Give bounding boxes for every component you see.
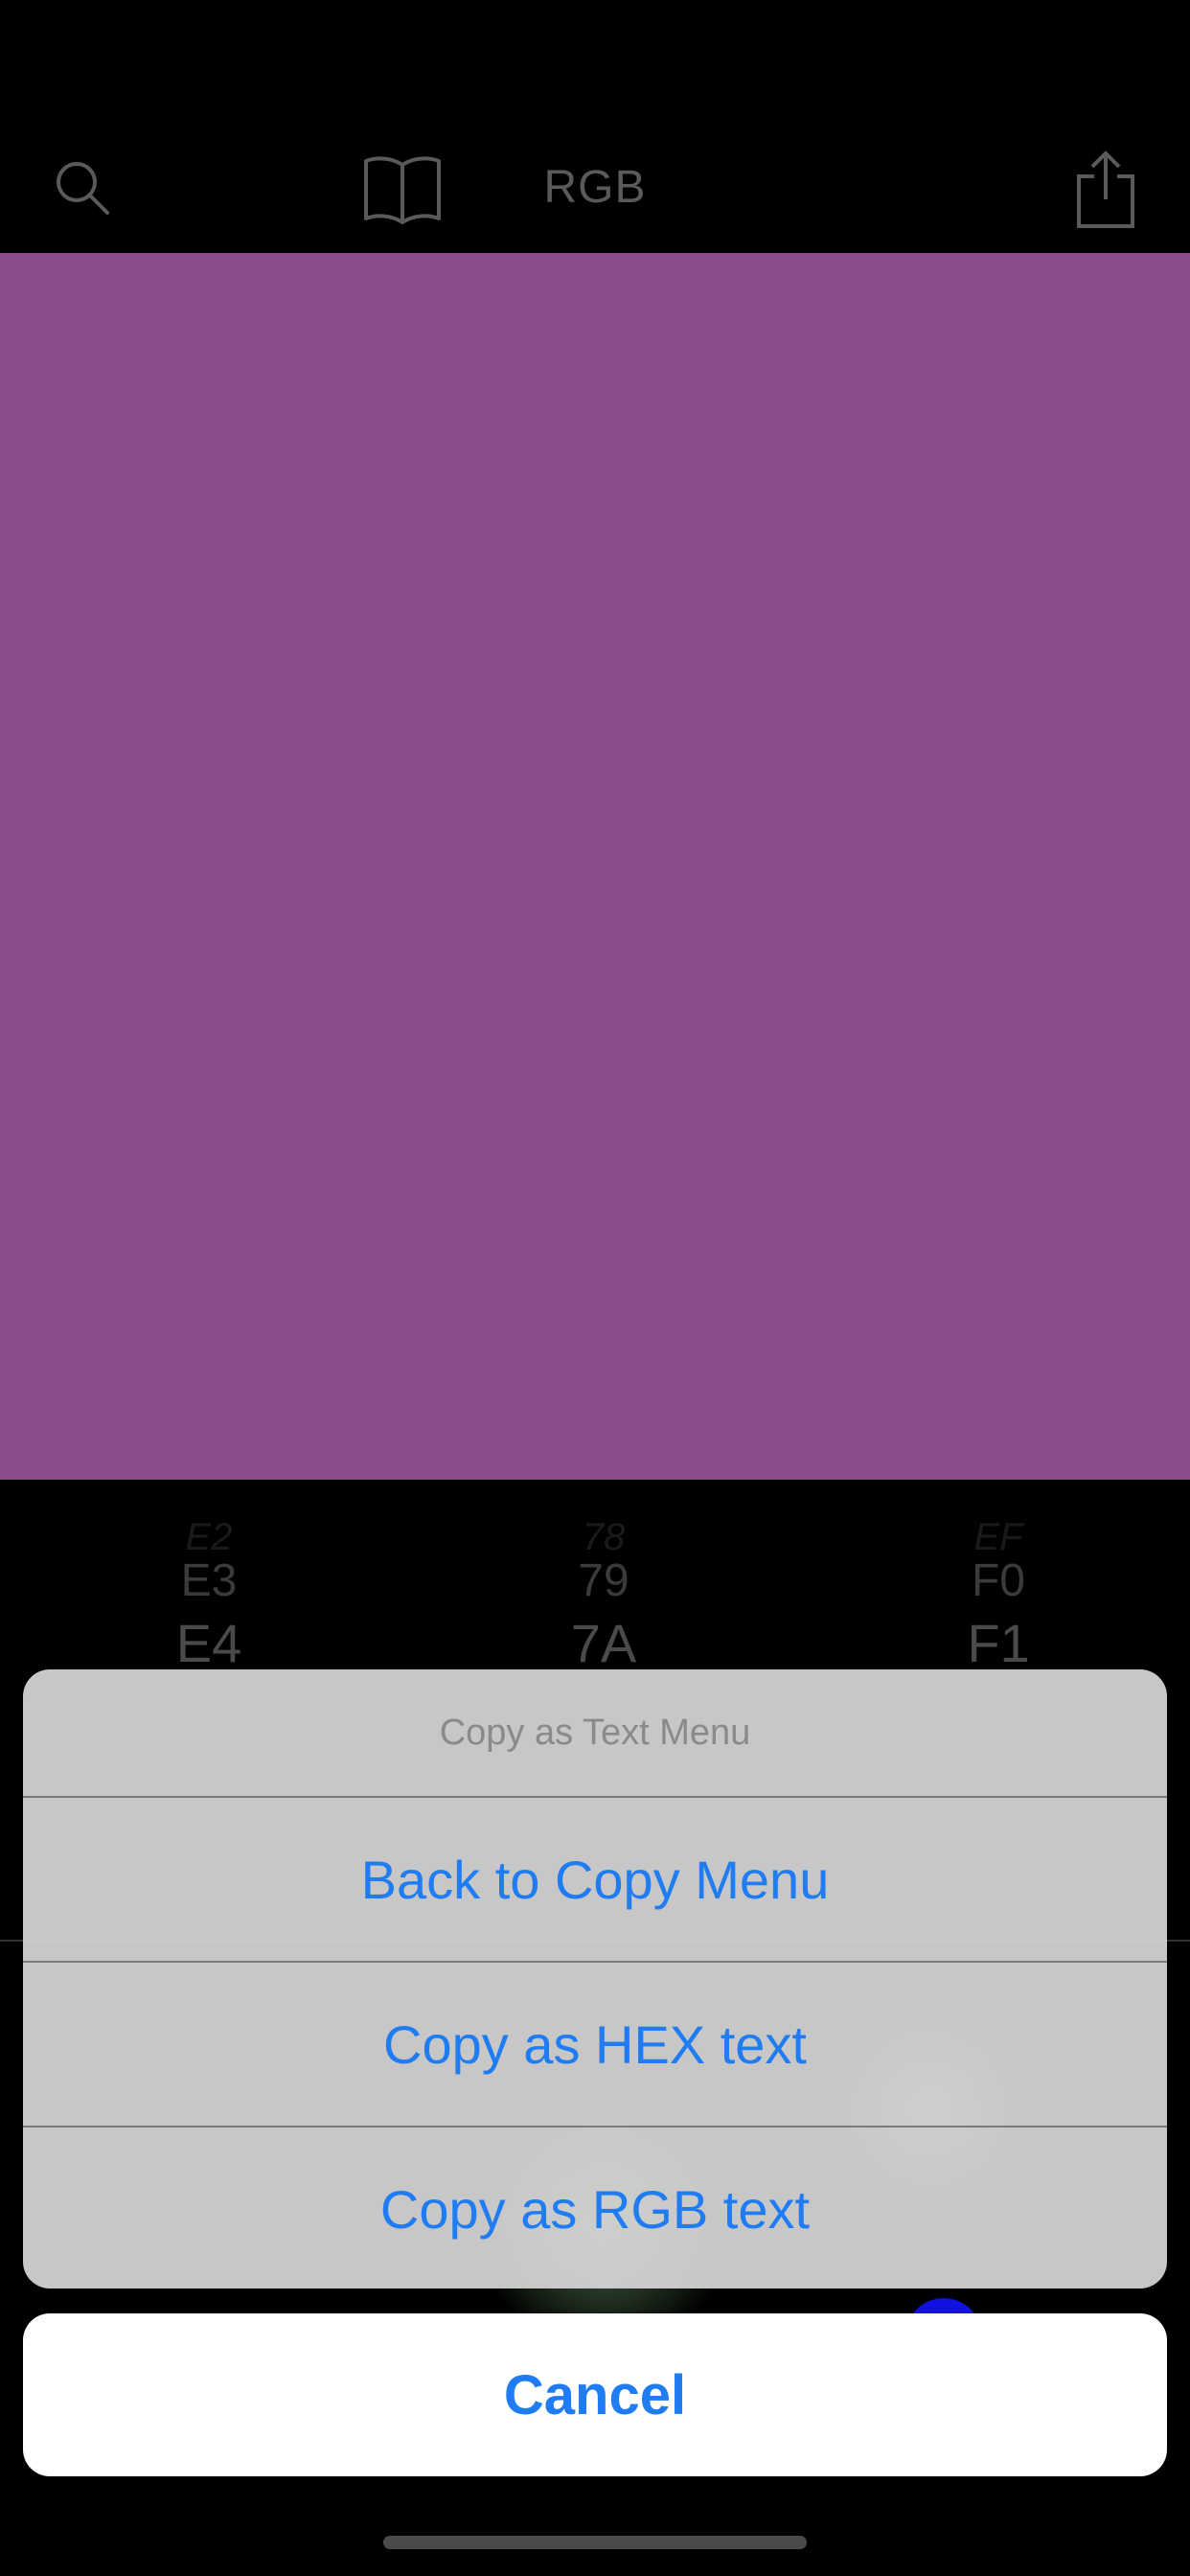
action-sheet: Copy as Text Menu Back to Copy Menu Copy…	[23, 1669, 1167, 2288]
page-title: RGB	[543, 162, 647, 213]
top-toolbar: RGB	[0, 0, 1190, 253]
wheel-value: 79	[578, 1555, 629, 1606]
color-swatch	[0, 253, 1190, 1480]
copy-rgb-text-button[interactable]: Copy as RGB text	[23, 2128, 1167, 2288]
copy-hex-text-button[interactable]: Copy as HEX text	[23, 1963, 1167, 2126]
home-indicator	[383, 2536, 807, 2549]
cancel-button[interactable]: Cancel	[23, 2313, 1167, 2476]
share-icon[interactable]	[1075, 150, 1136, 235]
wheel-value: E2	[185, 1516, 233, 1558]
wheel-value: E3	[180, 1555, 238, 1606]
back-to-copy-menu-button[interactable]: Back to Copy Menu	[23, 1798, 1167, 1961]
wheel-value-selected: F1	[967, 1613, 1030, 1673]
wheel-value: 78	[582, 1516, 626, 1558]
wheel-value: EF	[973, 1516, 1023, 1558]
wheel-value-selected: 7A	[570, 1613, 637, 1673]
wheel-value: F0	[971, 1555, 1025, 1606]
action-sheet-title: Copy as Text Menu	[439, 1712, 751, 1753]
wheel-value-selected: E4	[175, 1613, 242, 1673]
